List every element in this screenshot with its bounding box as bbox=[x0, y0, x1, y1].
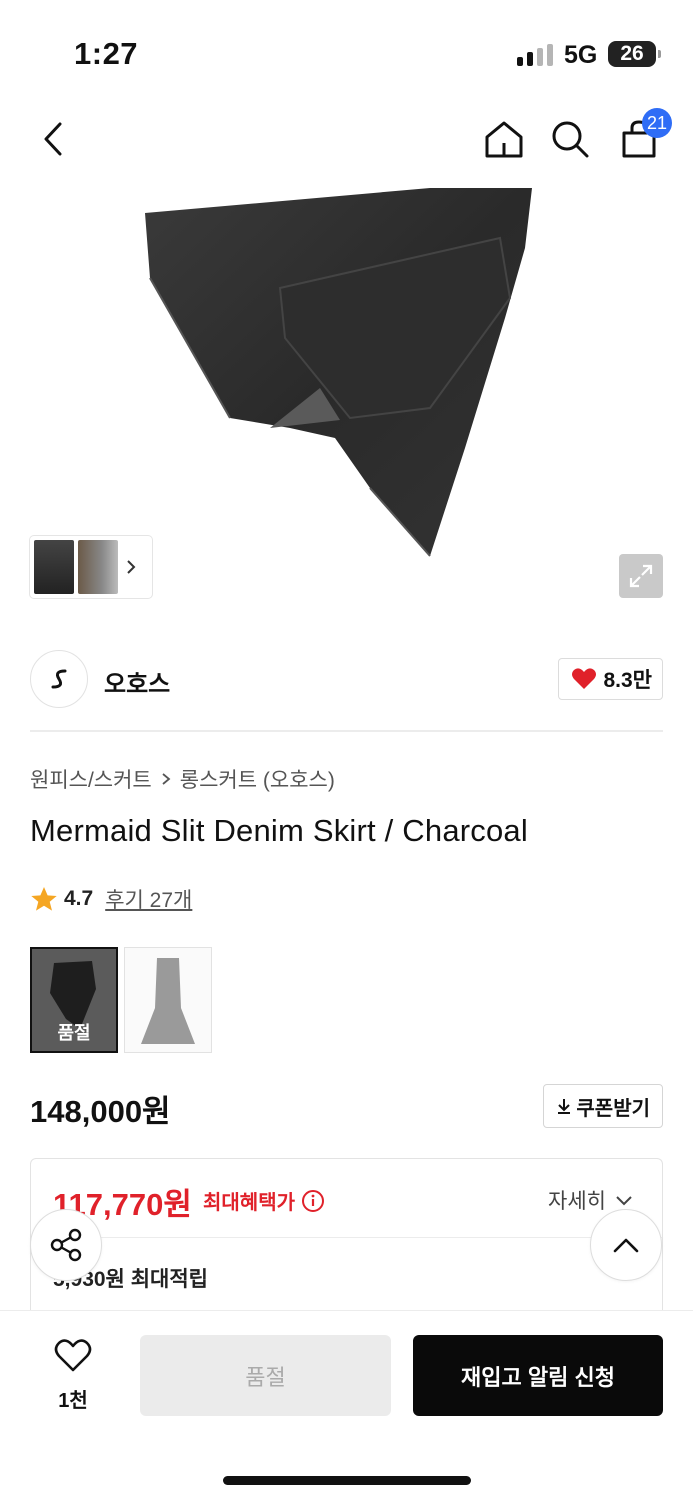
cart-button[interactable]: 21 bbox=[614, 108, 672, 164]
product-title: Mermaid Slit Denim Skirt / Charcoal bbox=[30, 813, 528, 848]
chevron-right-icon[interactable] bbox=[122, 557, 140, 577]
details-label: 자세히 bbox=[548, 1190, 606, 1213]
search-icon bbox=[552, 121, 589, 158]
brand-logo-icon bbox=[51, 669, 67, 689]
image-thumbnail-strip[interactable] bbox=[30, 536, 152, 598]
heart-outline-icon bbox=[54, 1339, 92, 1372]
brand-name[interactable]: 오호스 bbox=[104, 664, 170, 699]
brand-logo[interactable] bbox=[30, 650, 88, 708]
brand-like-count: 8.3만 bbox=[603, 669, 652, 692]
brand-like-button[interactable]: 8.3만 bbox=[558, 658, 663, 700]
coupon-button[interactable]: 쿠폰받기 bbox=[543, 1084, 663, 1128]
search-button[interactable] bbox=[545, 114, 595, 164]
breadcrumb-category[interactable]: 원피스/스커트 bbox=[30, 764, 152, 794]
soldout-button: 품절 bbox=[140, 1335, 391, 1416]
signal-icon bbox=[517, 44, 555, 66]
chevron-left-icon bbox=[44, 122, 62, 156]
color-option-grey[interactable] bbox=[124, 947, 212, 1053]
color-option-charcoal[interactable]: 품절 bbox=[30, 947, 118, 1053]
color-options: 품절 bbox=[30, 947, 212, 1053]
chevron-down-icon bbox=[616, 1196, 632, 1206]
breadcrumb: 원피스/스커트 롱스커트 (오호스) bbox=[30, 764, 335, 794]
wishlist-count: 1천 bbox=[58, 1390, 88, 1412]
breadcrumb-subcategory[interactable]: 롱스커트 (오호스) bbox=[180, 764, 335, 794]
review-count-link[interactable]: 후기 27개 bbox=[105, 884, 192, 914]
max-benefit-label: 최대혜택가 bbox=[203, 1186, 325, 1215]
share-icon bbox=[50, 1228, 82, 1262]
regular-price: 148,000원 bbox=[30, 1094, 171, 1129]
download-icon bbox=[558, 1099, 571, 1114]
divider bbox=[53, 1237, 662, 1238]
info-icon[interactable] bbox=[301, 1189, 325, 1213]
back-button[interactable] bbox=[28, 114, 78, 164]
home-button[interactable] bbox=[479, 114, 529, 164]
top-nav: 21 bbox=[0, 96, 693, 188]
chevron-right-icon bbox=[162, 773, 171, 785]
brand-row: 오호스 8.3만 bbox=[30, 648, 663, 710]
heart-icon bbox=[572, 668, 597, 689]
status-time: 1:27 bbox=[74, 36, 139, 71]
star-icon bbox=[31, 887, 57, 911]
share-button[interactable] bbox=[30, 1209, 102, 1281]
thumbnail[interactable] bbox=[78, 540, 118, 594]
home-icon bbox=[485, 121, 523, 158]
network-label: 5G bbox=[564, 41, 598, 69]
chevron-up-icon bbox=[613, 1238, 639, 1253]
rating-row: 4.7 후기 27개 bbox=[30, 884, 192, 914]
scroll-top-button[interactable] bbox=[590, 1209, 662, 1281]
thumbnail[interactable] bbox=[34, 540, 74, 594]
battery-icon: 26 bbox=[608, 41, 661, 67]
status-bar: 1:27 5G 26 bbox=[0, 0, 693, 96]
wishlist-button[interactable]: 1천 bbox=[40, 1339, 106, 1413]
cart-count-badge: 21 bbox=[641, 108, 672, 138]
expand-image-button[interactable] bbox=[619, 554, 663, 598]
expand-icon bbox=[629, 564, 653, 588]
home-indicator bbox=[223, 1476, 471, 1485]
coupon-label: 쿠폰받기 bbox=[576, 1097, 650, 1120]
divider bbox=[30, 730, 663, 732]
max-benefit-text: 최대혜택가 bbox=[203, 1192, 295, 1214]
option-thumbnail bbox=[125, 948, 211, 1052]
bottom-action-bar: 1천 품절 재입고 알림 신청 bbox=[0, 1310, 693, 1500]
soldout-label: 품절 bbox=[57, 1023, 91, 1043]
rating-score: 4.7 bbox=[64, 887, 94, 910]
benefit-box: 117,770원 최대혜택가 자세히 5,930원 최대적립 bbox=[30, 1158, 663, 1318]
restock-alert-button[interactable]: 재입고 알림 신청 bbox=[413, 1335, 663, 1416]
product-image bbox=[145, 188, 532, 557]
